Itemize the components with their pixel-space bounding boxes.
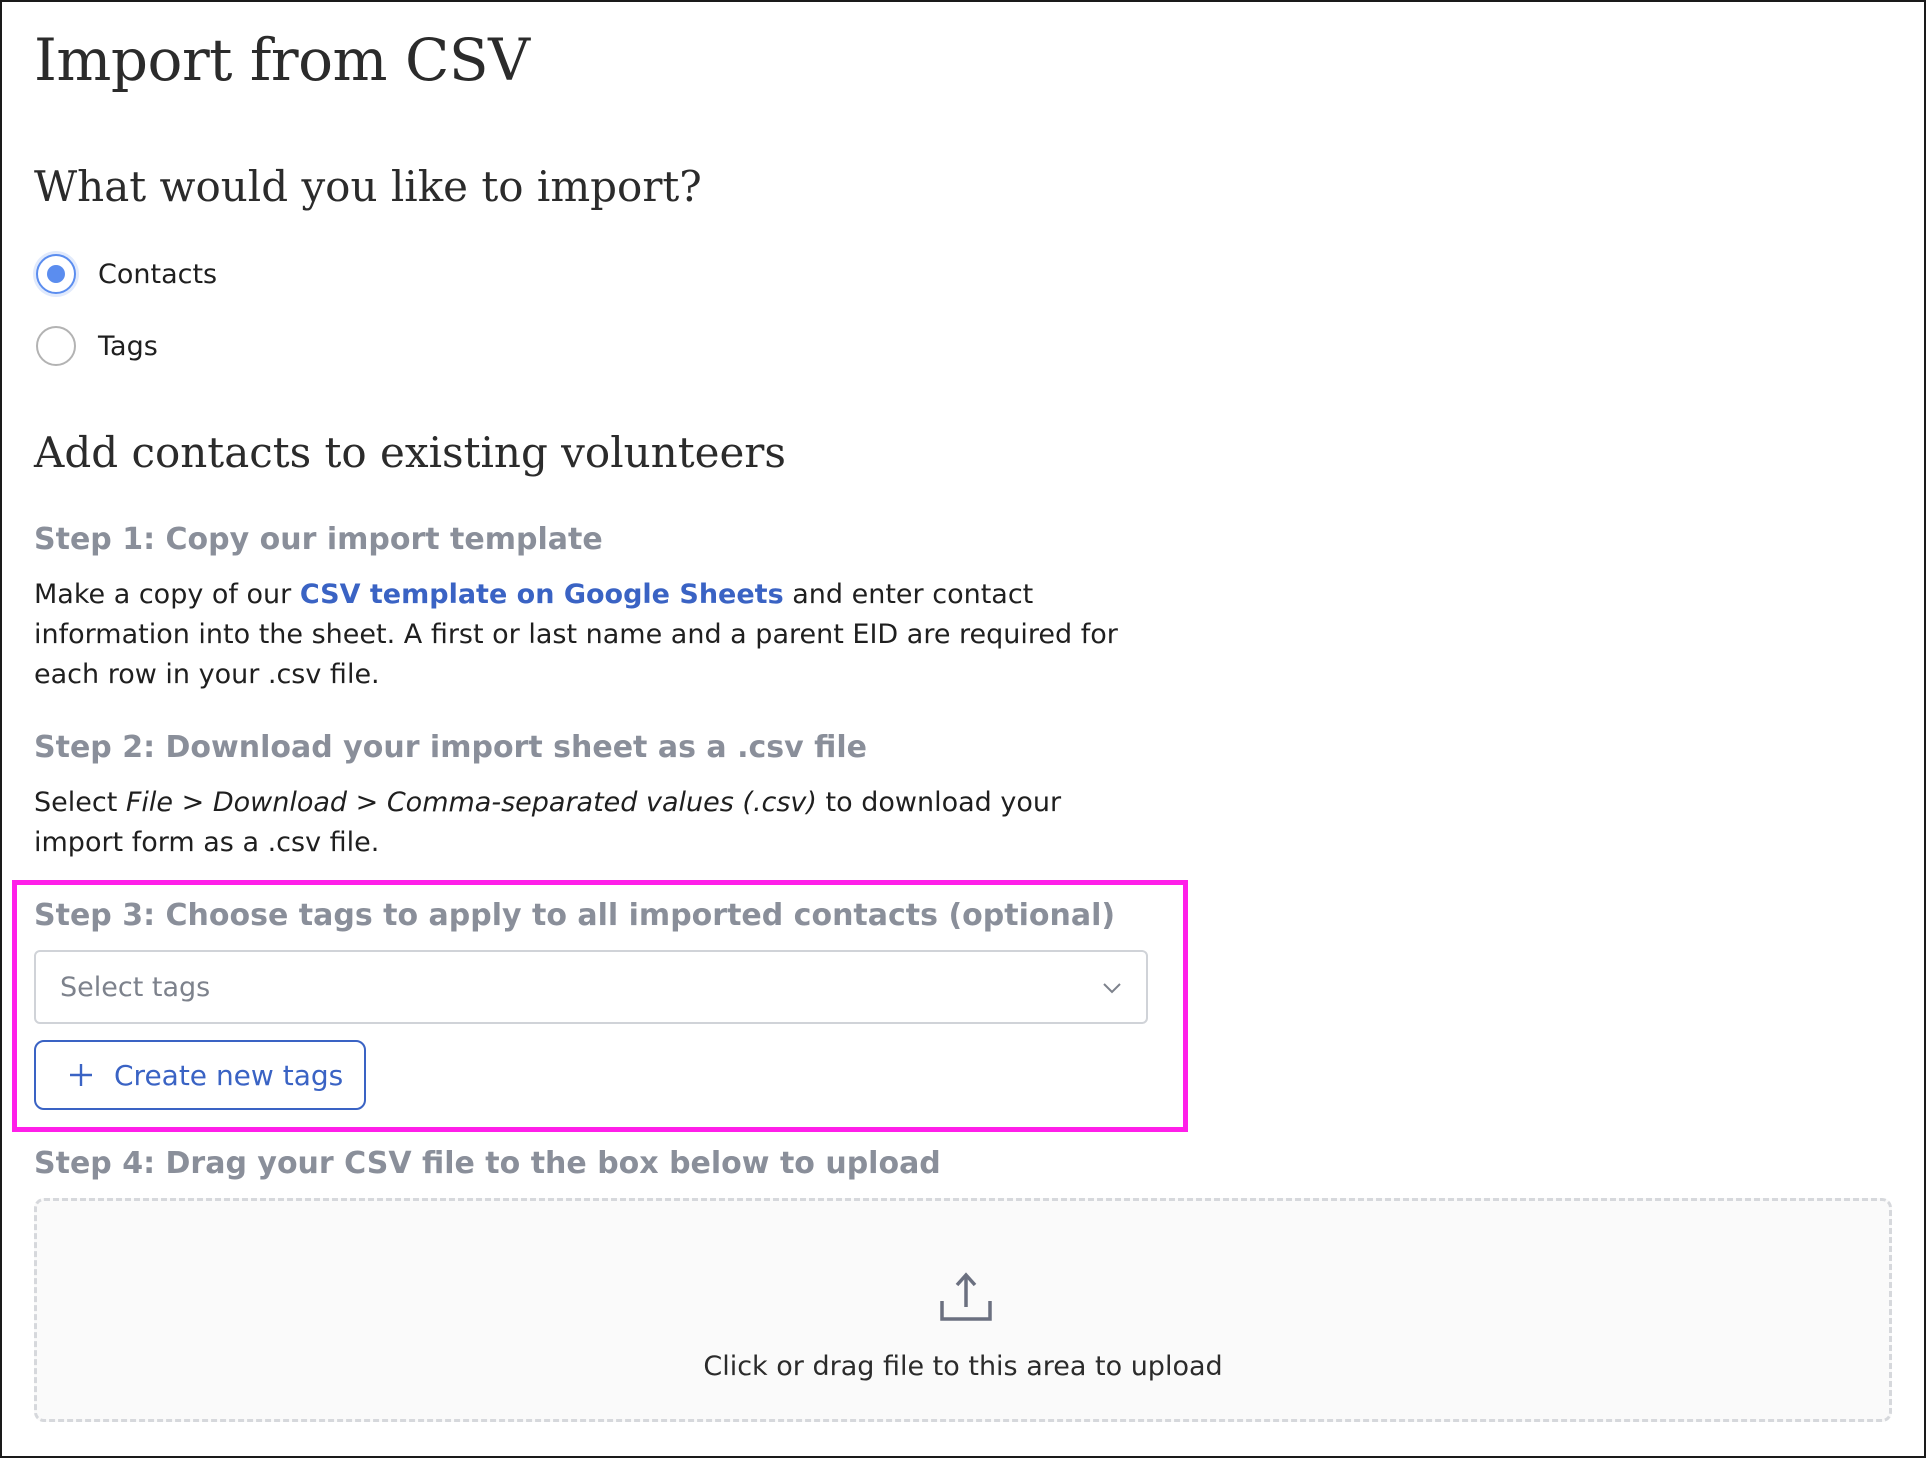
plus-icon [70, 1064, 92, 1086]
step1-description: Make a copy of our CSV template on Googl… [34, 575, 1154, 695]
dropzone-instruction: Click or drag file to this area to uploa… [703, 1351, 1223, 1382]
file-upload-dropzone[interactable]: Click or drag file to this area to uploa… [34, 1198, 1892, 1422]
step1-text-before-link: Make a copy of our [34, 579, 300, 610]
section-title: Add contacts to existing volunteers [34, 428, 786, 477]
select-tags-dropdown[interactable]: Select tags [34, 950, 1148, 1024]
create-new-tags-label: Create new tags [114, 1058, 344, 1092]
step2-text-before-path: Select [34, 787, 126, 818]
page-title: Import from CSV [34, 26, 530, 94]
radio-button-contacts-selected[interactable] [36, 254, 76, 294]
radio-label-contacts: Contacts [98, 258, 218, 290]
step1-title: Step 1: Copy our import template [34, 522, 603, 557]
csv-template-link[interactable]: CSV template on Google Sheets [300, 579, 784, 610]
step4-title: Step 4: Drag your CSV file to the box be… [34, 1146, 941, 1181]
radio-label-tags: Tags [98, 330, 158, 362]
radio-button-tags[interactable] [36, 326, 76, 366]
step2-description: Select File > Download > Comma-separated… [34, 783, 1154, 863]
upload-icon [940, 1272, 992, 1321]
step2-title: Step 2: Download your import sheet as a … [34, 730, 867, 765]
download-menu-path: File > Download > Comma-separated values… [125, 787, 817, 818]
radio-option-tags[interactable]: Tags [36, 323, 158, 369]
select-tags-placeholder: Select tags [60, 971, 211, 1003]
step3-title: Step 3: Choose tags to apply to all impo… [34, 898, 1116, 933]
radio-option-contacts[interactable]: Contacts [36, 251, 217, 297]
create-new-tags-button[interactable]: Create new tags [34, 1040, 366, 1110]
import-type-question: What would you like to import? [34, 162, 702, 211]
chevron-down-icon [1103, 983, 1121, 994]
